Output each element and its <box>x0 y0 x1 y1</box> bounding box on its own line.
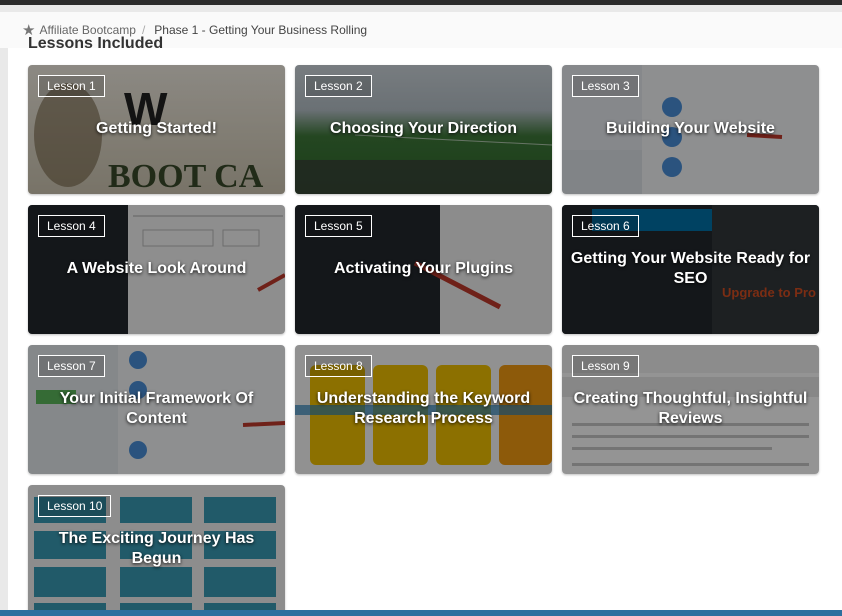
lesson-card-5[interactable]: Lesson 5 Activating Your Plugins <box>295 205 552 334</box>
lesson-badge: Lesson 3 <box>572 75 639 97</box>
breadcrumb-current: Phase 1 - Getting Your Business Rolling <box>154 23 368 37</box>
breadcrumb-home-link[interactable]: Affiliate Bootcamp <box>39 23 136 37</box>
lesson-card-6[interactable]: Upgrade to Pro Lesson 6 Getting Your Web… <box>562 205 819 334</box>
lesson-badge: Lesson 8 <box>305 355 372 377</box>
lesson-title: Getting Your Website Ready for SEO <box>570 250 811 287</box>
breadcrumb-separator: / <box>141 23 146 37</box>
lesson-badge: Lesson 9 <box>572 355 639 377</box>
lesson-title: Getting Started! <box>96 120 217 137</box>
lesson-badge: Lesson 6 <box>572 215 639 237</box>
lesson-card-1[interactable]: W BOOT CA Lesson 1 Getting Started! <box>28 65 285 194</box>
lesson-title: Understanding the Keyword Research Proce… <box>316 390 531 427</box>
lesson-card-3[interactable]: Lesson 3 Building Your Website <box>562 65 819 194</box>
lesson-badge: Lesson 7 <box>38 355 105 377</box>
lesson-title: The Exciting Journey Has Begun <box>58 530 255 567</box>
lesson-card-8[interactable]: Lesson 8 Understanding the Keyword Resea… <box>295 345 552 474</box>
lesson-card-4[interactable]: Lesson 4 A Website Look Around <box>28 205 285 334</box>
lesson-card-9[interactable]: Lesson 9 Creating Thoughtful, Insightful… <box>562 345 819 474</box>
taskbar-strip <box>0 610 842 616</box>
lesson-title: Building Your Website <box>606 120 775 137</box>
lesson-badge: Lesson 4 <box>38 215 105 237</box>
lesson-title: A Website Look Around <box>66 260 247 277</box>
lesson-title: Creating Thoughtful, Insightful Reviews <box>573 390 808 427</box>
section-heading: Lessons Included <box>28 36 164 48</box>
lesson-badge: Lesson 1 <box>38 75 105 97</box>
lesson-card-7[interactable]: Lesson 7 Your Initial Framework Of Conte… <box>28 345 285 474</box>
lesson-card-2[interactable]: Lesson 2 Choosing Your Direction <box>295 65 552 194</box>
lesson-badge: Lesson 5 <box>305 215 372 237</box>
lesson-badge: Lesson 10 <box>38 495 112 517</box>
lesson-badge: Lesson 2 <box>305 75 372 97</box>
window-top-bar <box>0 0 842 5</box>
lesson-card-10[interactable]: Lesson 10 The Exciting Journey Has Begun <box>28 485 285 614</box>
lesson-title: Choosing Your Direction <box>330 120 517 137</box>
lesson-title: Activating Your Plugins <box>334 260 513 277</box>
lesson-title: Your Initial Framework Of Content <box>59 390 254 427</box>
lessons-panel: W BOOT CA Lesson 1 Getting Started! Less… <box>8 48 842 616</box>
